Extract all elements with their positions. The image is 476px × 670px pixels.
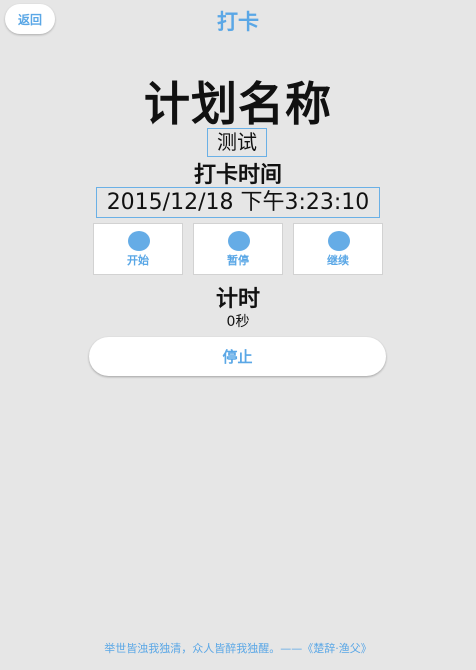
pause-icon (228, 231, 250, 251)
pause-button[interactable]: 暂停 (193, 223, 283, 275)
stop-button[interactable]: 停止 (89, 337, 386, 376)
footer-quote: 举世皆浊我独清，众人皆醉我独醒。——《楚辞·渔父》 (104, 642, 372, 655)
start-icon (128, 231, 150, 251)
continue-label: 继续 (327, 254, 349, 267)
plan-name-heading: 计划名称 (144, 77, 332, 131)
timer-heading: 计时 (215, 287, 260, 312)
continue-icon (328, 231, 350, 251)
checkin-time-field[interactable]: 2015/12/18 下午3:23:10 (96, 187, 380, 218)
checkin-time-heading: 打卡时间 (193, 163, 282, 188)
timer-value: 0秒 (226, 314, 250, 330)
page-title: 打卡 (217, 10, 259, 34)
pause-label: 暂停 (227, 254, 249, 267)
continue-button[interactable]: 继续 (293, 223, 383, 275)
start-label: 开始 (127, 254, 149, 267)
start-button[interactable]: 开始 (93, 223, 183, 275)
plan-name-field[interactable]: 测试 (207, 128, 267, 157)
